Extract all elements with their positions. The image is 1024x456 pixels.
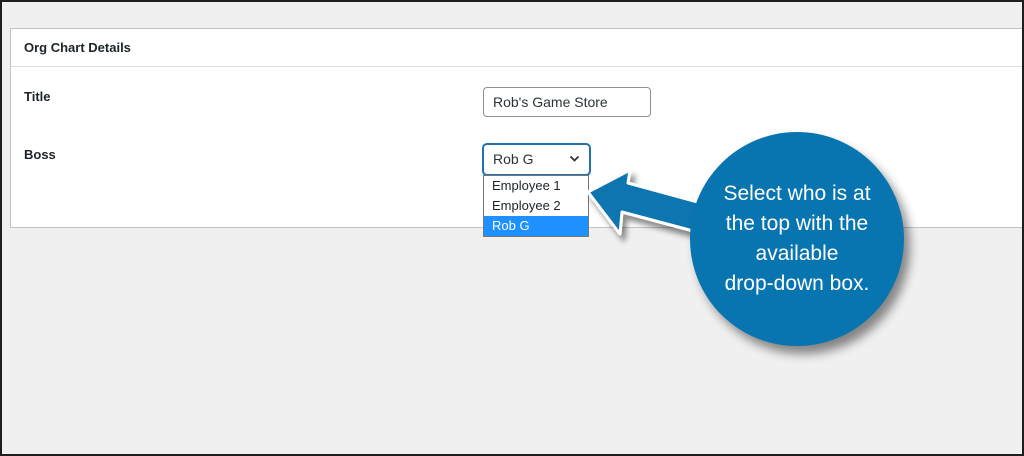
arrow-left-icon xyxy=(586,168,707,236)
annotation-callout: Select who is at the top with the availa… xyxy=(690,132,904,346)
annotation-text: Select who is at the top with the availa… xyxy=(723,182,871,295)
